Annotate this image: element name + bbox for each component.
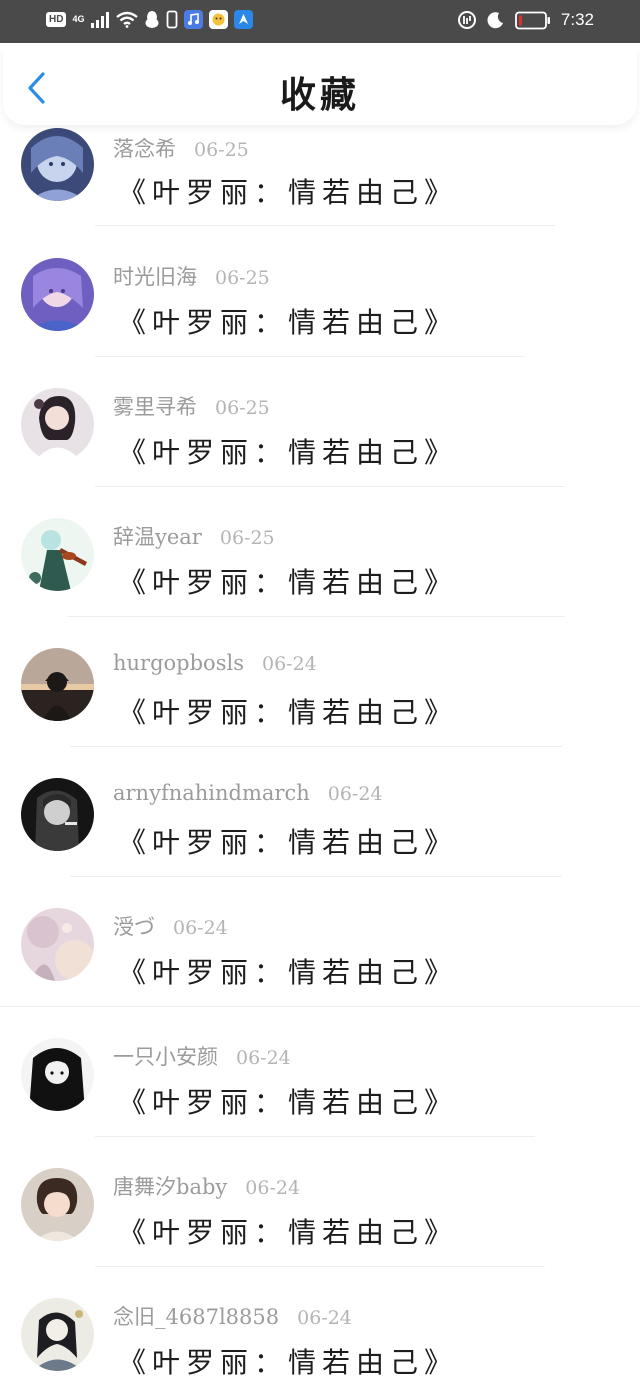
favorite-item[interactable]: 唐舞汐baby 06-24 《叶罗丽：情若由己》 — [0, 1136, 640, 1267]
favorite-item[interactable]: arnyfnahindmarch 06-24 《叶罗丽：情若由己》 — [0, 746, 640, 877]
date: 06-25 — [219, 527, 275, 549]
book-title[interactable]: 《叶罗丽：情若由己》 — [118, 691, 458, 731]
signal-icon — [91, 12, 110, 28]
status-bar: HD 4G 7:32 — [0, 0, 640, 43]
page-title: 收藏 — [279, 74, 360, 116]
avatar[interactable] — [21, 1038, 94, 1111]
username[interactable]: 落念希 — [113, 137, 176, 161]
favorite-item[interactable]: 辞温year 06-25 《叶罗丽：情若由己》 — [0, 486, 640, 617]
item-meta: arnyfnahindmarch 06-24 — [113, 781, 383, 805]
book-title[interactable]: 《叶罗丽：情若由己》 — [118, 951, 458, 991]
item-meta: 一只小安颜 06-24 — [113, 1041, 291, 1071]
book-title[interactable]: 《叶罗丽：情若由己》 — [118, 301, 458, 341]
avatar[interactable] — [21, 258, 94, 331]
date: 06-24 — [173, 917, 228, 939]
item-meta: 雾里寻希 06-25 — [113, 391, 270, 421]
username[interactable]: 唐舞汐baby — [113, 1175, 227, 1199]
book-title[interactable]: 《叶罗丽：情若由己》 — [118, 1341, 458, 1381]
date: 06-25 — [215, 397, 270, 419]
favorite-item[interactable]: 一只小安颜 06-24 《叶罗丽：情若由己》 — [0, 1006, 640, 1137]
date: 06-24 — [245, 1177, 301, 1199]
date: 06-25 — [215, 267, 270, 289]
favorite-item[interactable]: 雾里寻希 06-25 《叶罗丽：情若由己》 — [0, 356, 640, 487]
avatar[interactable] — [21, 388, 94, 461]
item-meta: 落念希 06-25 — [113, 133, 249, 163]
date: 06-24 — [236, 1047, 291, 1069]
battery-icon — [515, 11, 550, 29]
username[interactable]: 雾里寻希 — [113, 395, 197, 419]
avatar[interactable] — [21, 1298, 94, 1371]
date: 06-24 — [327, 783, 383, 805]
book-title[interactable]: 《叶罗丽：情若由己》 — [118, 431, 458, 471]
favorite-item[interactable]: 时光旧海 06-25 《叶罗丽：情若由己》 — [0, 226, 640, 357]
book-title[interactable]: 《叶罗丽：情若由己》 — [118, 1081, 458, 1121]
username[interactable]: 辞温year — [113, 525, 202, 549]
username[interactable]: 涭づ — [113, 915, 155, 939]
status-right-icons: 7:32 — [457, 10, 594, 30]
data-saver-icon — [457, 11, 476, 29]
item-meta: 时光旧海 06-25 — [113, 261, 270, 291]
book-title[interactable]: 《叶罗丽：情若由己》 — [118, 1211, 458, 1251]
avatar[interactable] — [21, 778, 94, 851]
item-meta: hurgopbosls 06-24 — [113, 651, 317, 675]
avatar[interactable] — [21, 1168, 94, 1241]
favorite-item[interactable]: hurgopbosls 06-24 《叶罗丽：情若由己》 — [0, 616, 640, 747]
username[interactable]: 一只小安颜 — [113, 1045, 218, 1069]
date: 06-24 — [297, 1307, 352, 1329]
network-type: 4G — [72, 14, 85, 24]
phone-outline-icon — [167, 10, 178, 29]
date: 06-24 — [261, 653, 317, 675]
nav-header: 收藏 — [3, 46, 637, 125]
status-left-icons: HD 4G — [46, 10, 254, 29]
avatar[interactable] — [21, 518, 94, 591]
item-meta: 唐舞汐baby 06-24 — [113, 1171, 300, 1201]
navigation-app-icon — [234, 10, 254, 29]
clock-time: 7:32 — [560, 10, 594, 29]
username[interactable]: arnyfnahindmarch — [113, 781, 310, 805]
item-meta: 念旧_4687l8858 06-24 — [113, 1301, 352, 1331]
book-title[interactable]: 《叶罗丽：情若由己》 — [118, 171, 458, 211]
username[interactable]: hurgopbosls — [113, 651, 244, 675]
chat-app-icon — [209, 10, 229, 29]
qq-penguin-icon — [145, 11, 159, 28]
book-title[interactable]: 《叶罗丽：情若由己》 — [118, 821, 458, 861]
moon-icon — [487, 12, 503, 29]
favorite-item[interactable]: 涭づ 06-24 《叶罗丽：情若由己》 — [0, 876, 640, 1007]
username[interactable]: 时光旧海 — [113, 265, 197, 289]
favorites-list[interactable]: 落念希 06-25 《叶罗丽：情若由己》 时光旧海 06-25 《叶罗丽：情若由己》… — [0, 126, 640, 1387]
username[interactable]: 念旧_4687l8858 — [113, 1305, 279, 1329]
avatar[interactable] — [21, 648, 94, 721]
avatar[interactable] — [21, 908, 94, 981]
favorite-item[interactable]: 落念希 06-25 《叶罗丽：情若由己》 — [0, 126, 640, 226]
hd-badge: HD — [46, 12, 67, 27]
item-meta: 涭づ 06-24 — [113, 911, 228, 941]
favorite-item[interactable]: 念旧_4687l8858 06-24 《叶罗丽：情若由己》 — [0, 1266, 640, 1387]
item-meta: 辞温year 06-25 — [113, 521, 275, 551]
book-title[interactable]: 《叶罗丽：情若由己》 — [118, 561, 458, 601]
music-app-icon — [184, 10, 204, 29]
avatar[interactable] — [21, 128, 94, 201]
wifi-icon — [116, 11, 139, 28]
date: 06-25 — [194, 139, 249, 161]
